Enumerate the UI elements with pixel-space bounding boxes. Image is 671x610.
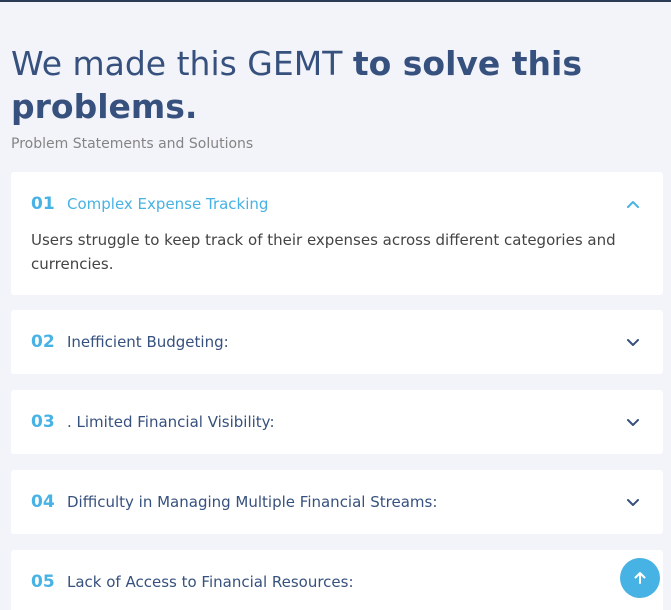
faq-item-5-number: 05 <box>31 572 55 592</box>
faq-item-5[interactable]: 05 Lack of Access to Financial Resources… <box>11 550 663 610</box>
faq-item-1-number: 01 <box>31 194 55 214</box>
faq-item-4-header[interactable]: 04 Difficulty in Managing Multiple Finan… <box>31 470 643 534</box>
faq-item-3-title: . Limited Financial Visibility: <box>67 413 275 431</box>
arrow-up-icon <box>632 570 648 586</box>
faq-item-5-title: Lack of Access to Financial Resources: <box>67 573 354 591</box>
faq-item-1-header[interactable]: 01 Complex Expense Tracking <box>31 172 643 236</box>
faq-item-4-title: Difficulty in Managing Multiple Financia… <box>67 493 438 511</box>
faq-item-3[interactable]: 03 . Limited Financial Visibility: <box>11 390 663 454</box>
chevron-down-icon[interactable] <box>623 332 643 352</box>
faq-item-1[interactable]: 01 Complex Expense Tracking Users strugg… <box>11 172 663 295</box>
faq-item-4-number: 04 <box>31 492 55 512</box>
faq-item-3-header[interactable]: 03 . Limited Financial Visibility: <box>31 390 643 454</box>
section-subheading: Problem Statements and Solutions <box>11 136 254 152</box>
section-heading-light: We made this GEMT <box>11 44 353 83</box>
faq-item-2-header[interactable]: 02 Inefficient Budgeting: <box>31 310 643 374</box>
faq-item-4[interactable]: 04 Difficulty in Managing Multiple Finan… <box>11 470 663 534</box>
faq-item-2-number: 02 <box>31 332 55 352</box>
faq-item-2[interactable]: 02 Inefficient Budgeting: <box>11 310 663 374</box>
back-to-top-button[interactable] <box>620 558 660 598</box>
faq-item-5-header[interactable]: 05 Lack of Access to Financial Resources… <box>31 550 643 610</box>
faq-item-1-body: Users struggle to keep track of their ex… <box>31 231 616 273</box>
faq-item-3-number: 03 <box>31 412 55 432</box>
chevron-up-icon[interactable] <box>623 194 643 214</box>
section-heading: We made this GEMT to solve this problems… <box>11 42 651 128</box>
chevron-down-icon[interactable] <box>623 412 643 432</box>
faq-item-1-title: Complex Expense Tracking <box>67 195 269 213</box>
faq-item-2-title: Inefficient Budgeting: <box>67 333 229 351</box>
top-divider <box>0 0 671 2</box>
chevron-down-icon[interactable] <box>623 492 643 512</box>
